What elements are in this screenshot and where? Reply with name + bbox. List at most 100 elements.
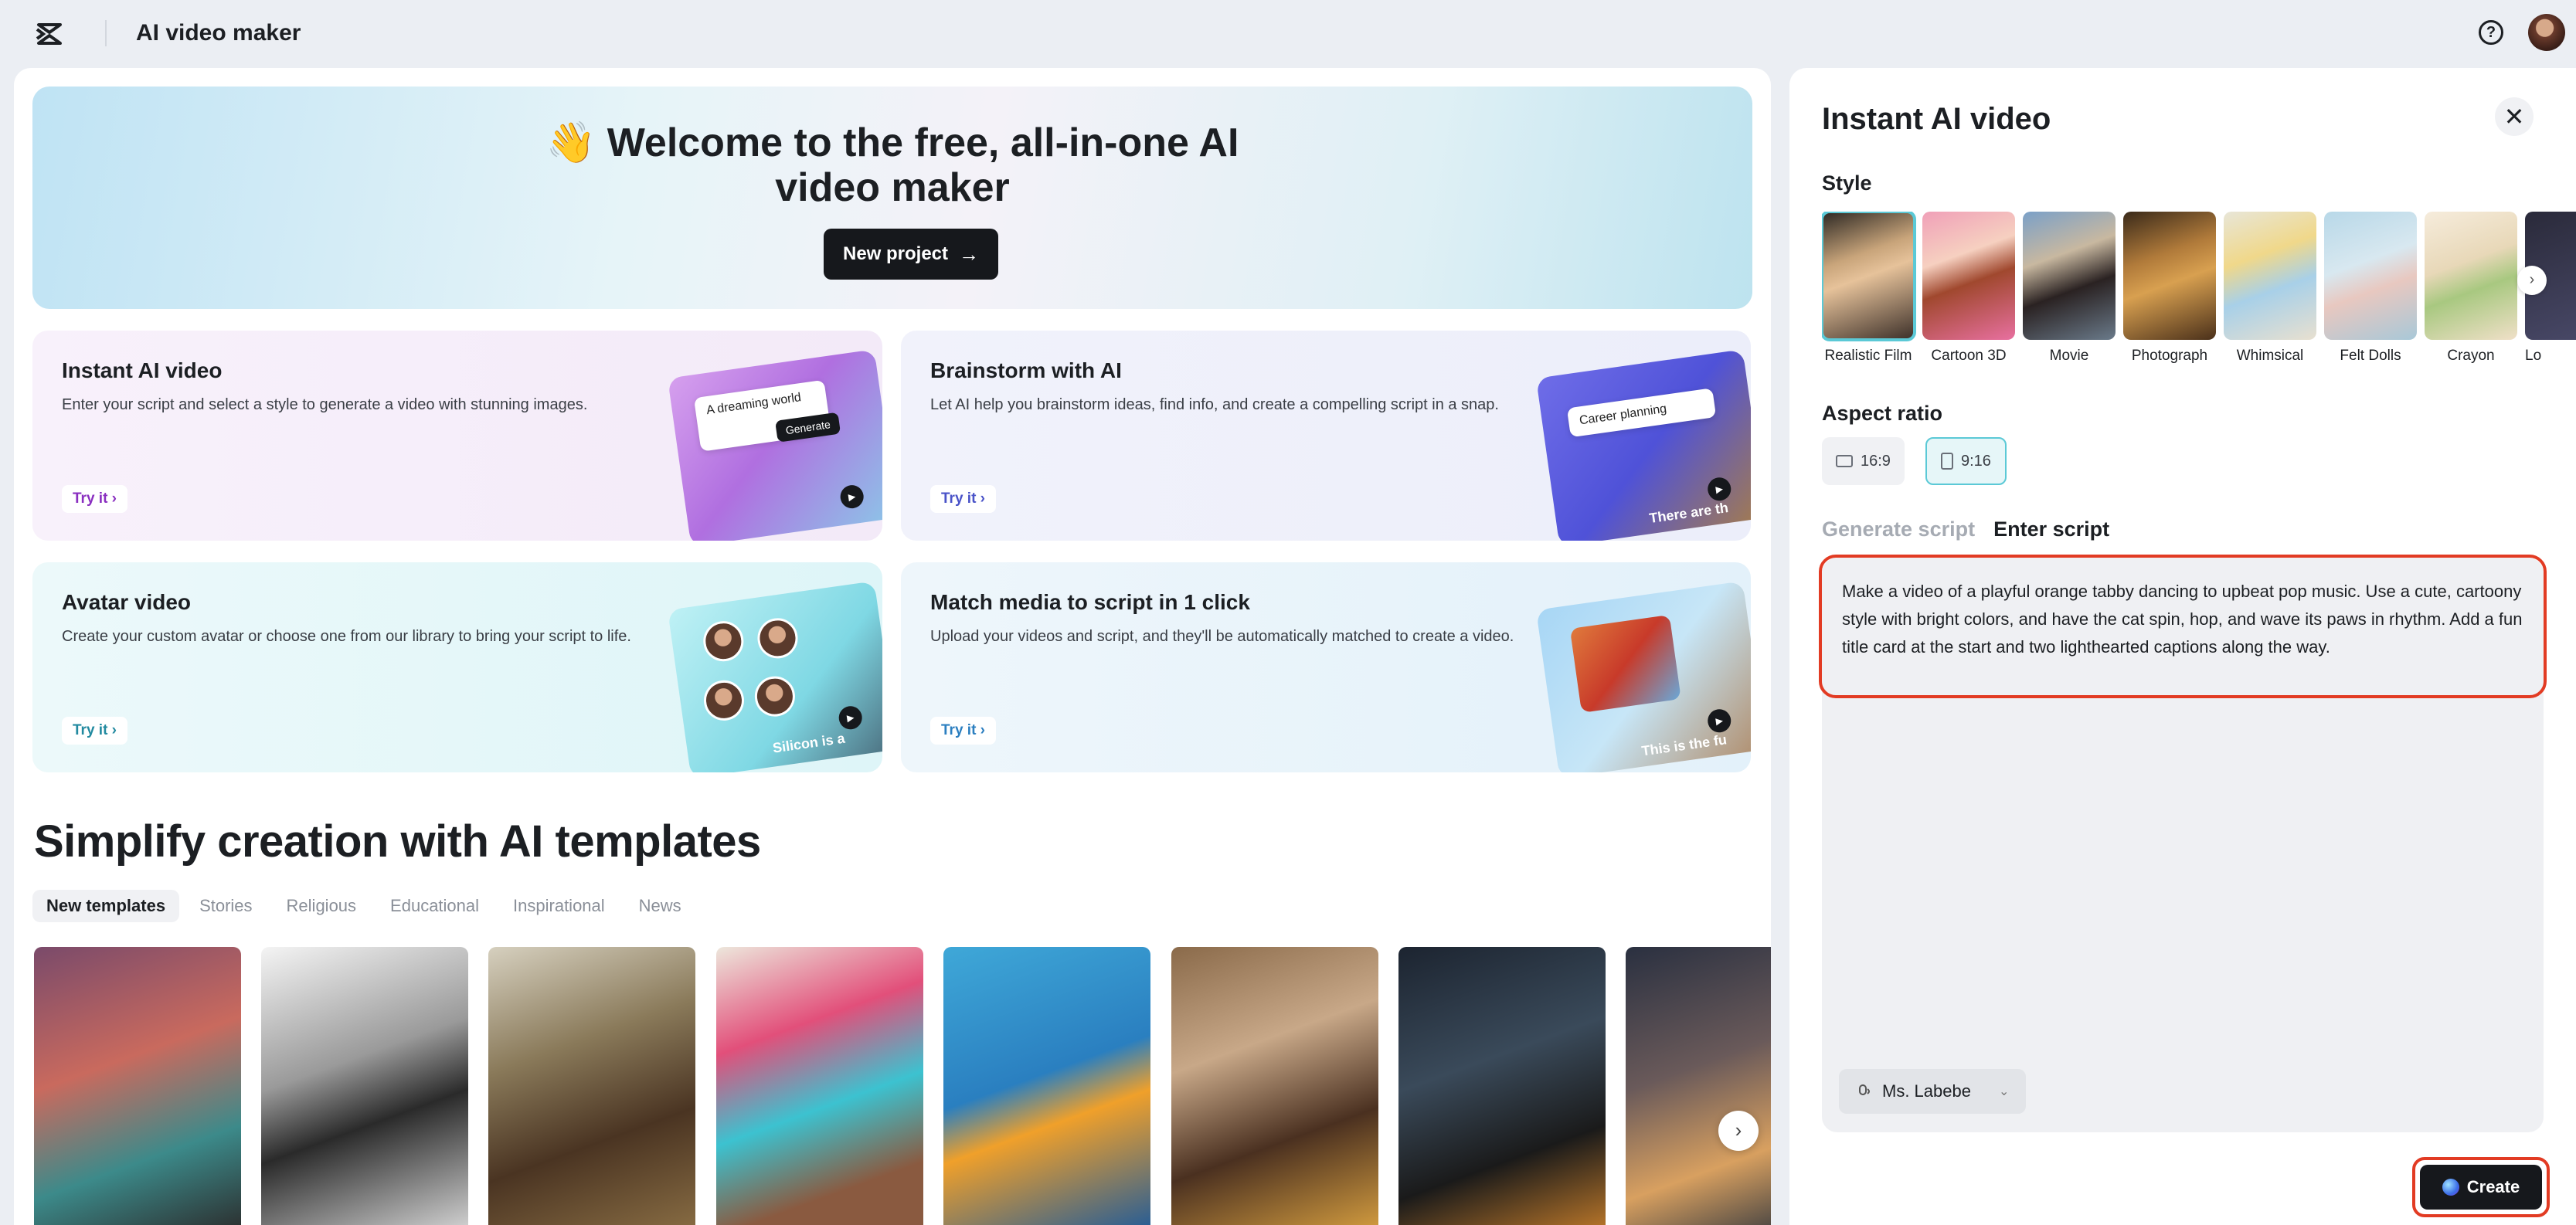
template-thumbnail[interactable] <box>943 947 1150 1225</box>
help-icon[interactable]: ? <box>2479 20 2503 45</box>
close-icon[interactable]: ✕ <box>2495 97 2534 136</box>
video-caption: This is the fu <box>1640 731 1728 759</box>
tab-generate-script[interactable]: Generate script <box>1822 517 1975 541</box>
templates-next-arrow-icon[interactable]: › <box>1718 1111 1759 1151</box>
style-name: Realistic Film <box>1824 348 1912 364</box>
prompt-chip: Career planning <box>1566 388 1717 438</box>
template-thumbnail[interactable] <box>1398 947 1606 1225</box>
templates-section-title: Simplify creation with AI templates <box>34 816 761 867</box>
capcut-logo-icon[interactable] <box>34 19 65 49</box>
arrow-right-icon: → <box>959 242 980 266</box>
card-description: Upload your videos and script, and they'… <box>930 628 1514 645</box>
app-title: AI video maker <box>136 20 301 46</box>
voice-icon <box>1859 1084 1870 1095</box>
style-name: Whimsical <box>2236 348 2304 364</box>
card-title: Avatar video <box>62 590 192 614</box>
card-description: Let AI help you brainstorm ideas, find i… <box>930 396 1499 413</box>
style-label: Style <box>1822 171 1872 195</box>
template-thumbnail[interactable] <box>1626 947 1771 1225</box>
avatar-face <box>752 674 798 719</box>
style-option-photograph[interactable]: Photograph <box>2123 212 2216 365</box>
aspect-ratio-label: Aspect ratio <box>1822 402 1943 425</box>
style-name: Felt Dolls <box>2340 348 2401 364</box>
template-thumbnail[interactable] <box>261 947 468 1225</box>
avatar-video-card[interactable]: Avatar video Create your custom avatar o… <box>32 562 882 772</box>
style-preview-image <box>1922 212 2015 340</box>
script-mode-tabs: Generate script Enter script <box>1822 517 2109 541</box>
new-project-button[interactable]: New project → <box>824 229 998 280</box>
tab-religious[interactable]: Religious <box>273 890 371 922</box>
tab-new-templates[interactable]: New templates <box>32 890 180 922</box>
try-it-link[interactable]: Try it › <box>62 485 128 513</box>
chevron-down-icon: ⌄ <box>1998 1085 2010 1098</box>
brainstorm-illustration: Career planning ▶ There are th <box>1536 349 1751 541</box>
landscape-icon <box>1836 455 1853 467</box>
style-preview-image <box>2224 212 2316 340</box>
style-name: Lo <box>2525 348 2542 364</box>
match-media-card[interactable]: Match media to script in 1 click Upload … <box>901 562 1751 772</box>
play-icon: ▶ <box>837 704 864 731</box>
template-thumbnail[interactable] <box>1171 947 1378 1225</box>
avatar-face <box>701 677 747 724</box>
style-option-whimsical[interactable]: Whimsical <box>2224 212 2316 365</box>
card-title: Instant AI video <box>62 358 223 382</box>
voice-selector[interactable]: Ms. Labebe ⌄ <box>1839 1069 2027 1114</box>
style-preview-image <box>2123 212 2216 340</box>
video-caption: There are th <box>1648 499 1730 527</box>
style-preview-image <box>2324 212 2417 340</box>
tab-news[interactable]: News <box>625 890 695 922</box>
style-preview-image <box>2023 212 2116 340</box>
top-bar: AI video maker ? <box>0 0 2576 66</box>
user-avatar[interactable] <box>2528 14 2565 51</box>
match-media-illustration: ▶ This is the fu <box>1536 581 1751 772</box>
script-textarea[interactable]: Make a video of a playful orange tabby d… <box>1842 578 2533 661</box>
style-options: Realistic Film Cartoon 3D Movie Photogra… <box>1822 212 2576 374</box>
welcome-title-line1: 👋 Welcome to the free, all-in-one AI <box>545 120 1239 165</box>
ai-sparkle-icon <box>2442 1179 2459 1196</box>
create-highlight-frame: Create <box>2412 1157 2550 1217</box>
style-option-realistic-film[interactable]: Realistic Film <box>1822 212 1916 365</box>
script-input-area[interactable]: Make a video of a playful orange tabby d… <box>1819 555 2547 1132</box>
card-description: Create your custom avatar or choose one … <box>62 628 631 645</box>
template-thumbnail[interactable] <box>716 947 923 1225</box>
aspect-ratio-16-9[interactable]: 16:9 <box>1822 437 1905 485</box>
template-tabs: New templates Stories Religious Educatio… <box>32 890 695 922</box>
try-it-link[interactable]: Try it › <box>62 717 128 745</box>
instant-ai-video-card[interactable]: Instant AI video Enter your script and s… <box>32 331 882 541</box>
card-description: Enter your script and select a style to … <box>62 396 588 413</box>
tab-educational[interactable]: Educational <box>376 890 493 922</box>
tab-enter-script[interactable]: Enter script <box>1993 517 2109 541</box>
instant-ai-video-illustration: A dreaming world Generate ▶ <box>668 349 882 541</box>
style-option-crayon[interactable]: Crayon <box>2425 212 2517 365</box>
aspect-ratio-label: 16:9 <box>1861 452 1891 470</box>
style-preview-image <box>1822 212 1916 341</box>
style-name: Photograph <box>2131 348 2208 364</box>
style-name: Crayon <box>2447 348 2495 364</box>
aspect-ratio-9-16[interactable]: 9:16 <box>1925 437 2007 485</box>
style-name: Movie <box>2049 348 2089 364</box>
template-thumbnail[interactable] <box>34 947 241 1225</box>
welcome-title-line2: video maker <box>775 165 1010 210</box>
tab-stories[interactable]: Stories <box>185 890 266 922</box>
template-thumbnail[interactable] <box>488 947 695 1225</box>
voice-name: Ms. Labebe <box>1882 1081 1971 1101</box>
template-thumbnails <box>34 947 1771 1225</box>
video-caption: Silicon is a <box>771 730 846 756</box>
main-panel: 👋 Welcome to the free, all-in-one AI vid… <box>14 68 1771 1225</box>
instant-ai-video-panel: Instant AI video ✕ Style Realistic Film … <box>1789 68 2576 1225</box>
welcome-banner: 👋 Welcome to the free, all-in-one AI vid… <box>32 87 1752 309</box>
avatar-illustration: ▶ Silicon is a <box>668 581 882 772</box>
create-button[interactable]: Create <box>2420 1165 2542 1210</box>
tab-inspirational[interactable]: Inspirational <box>499 890 619 922</box>
style-option-movie[interactable]: Movie <box>2023 212 2116 365</box>
topbar-divider <box>105 20 107 46</box>
try-it-link[interactable]: Try it › <box>930 717 997 745</box>
brainstorm-with-ai-card[interactable]: Brainstorm with AI Let AI help you brain… <box>901 331 1751 541</box>
card-title: Brainstorm with AI <box>930 358 1122 382</box>
style-option-cartoon-3d[interactable]: Cartoon 3D <box>1922 212 2015 365</box>
chevron-right-icon[interactable]: › <box>2517 266 2547 295</box>
try-it-link[interactable]: Try it › <box>930 485 997 513</box>
style-option-felt-dolls[interactable]: Felt Dolls <box>2324 212 2417 365</box>
play-icon: ▶ <box>1706 708 1733 735</box>
play-icon: ▶ <box>1706 476 1733 503</box>
